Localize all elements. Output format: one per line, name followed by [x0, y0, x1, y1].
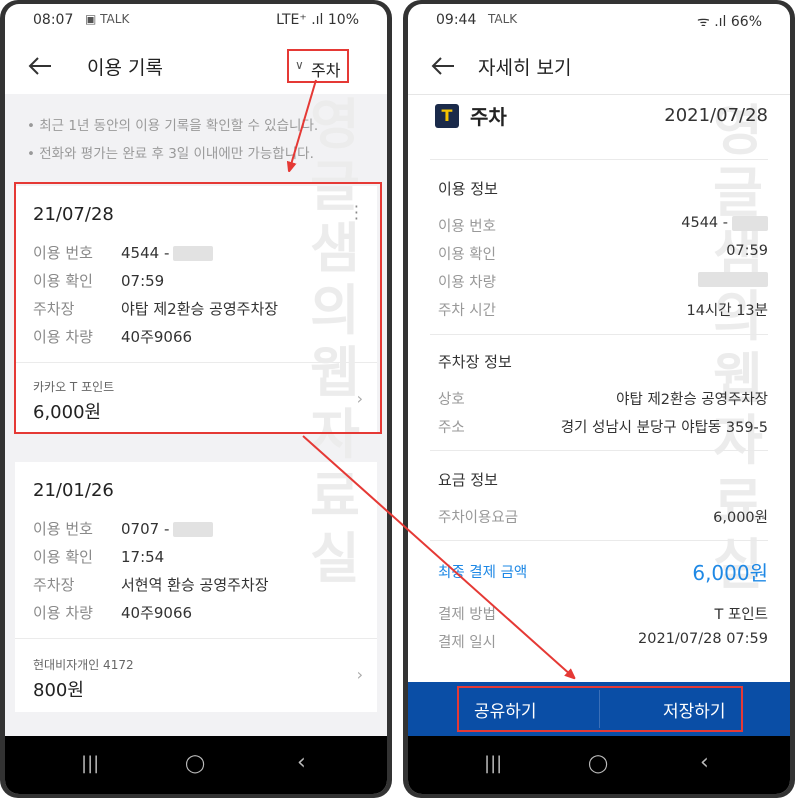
service-filter-dropdown[interactable]: ∨ 주차 [287, 49, 349, 83]
chevron-down-icon: ∨ [295, 58, 304, 72]
row-value: 4544 - [681, 215, 768, 231]
divider [430, 334, 768, 335]
app-header: 자세히 보기 [408, 38, 790, 95]
status-time: 08:07 [33, 12, 74, 28]
row-value: 14시간 13분 [686, 303, 768, 319]
notice-text: • 최근 1년 동안의 이용 기록을 확인할 수 있습니다. • 전화와 평가는… [27, 112, 318, 168]
row-key: 주차이용요금 [438, 510, 519, 526]
row-value: 40주9066 [121, 604, 193, 622]
service-name: 주차 [470, 105, 507, 129]
detail-row: 이용 번호 4544 - [438, 215, 768, 236]
highlight-record-box [14, 182, 382, 434]
row-key: 주차 시간 [438, 303, 496, 319]
masked-value [173, 522, 214, 537]
row-value: T 포인트 [714, 607, 769, 623]
record-date: 21/01/26 [33, 480, 114, 501]
divider [430, 450, 768, 451]
row-value: 17:54 [121, 548, 165, 566]
highlight-buttons-box [457, 686, 743, 732]
page-title: 이용 기록 [87, 57, 163, 79]
detail-screen: 09:44 TALK ᯤ .ıl 66% 자세히 보기 영글샘의웹자료실 T 주… [408, 4, 790, 794]
row-key: 최종 결제 금액 [438, 565, 528, 581]
section-title-lot: 주차장 정보 [438, 353, 512, 371]
detail-row: 이용 차량 [438, 271, 768, 292]
back-nav-icon[interactable]: ‹ [700, 750, 709, 775]
divider [430, 540, 768, 541]
system-nav-bar: ||| ◯ ‹ [408, 736, 790, 794]
row-key: 이용 차량 [33, 604, 93, 622]
detail-row: 이용 확인 07:59 [438, 243, 768, 264]
notice-line: • 전화와 평가는 완료 후 3일 이내에만 가능합니다. [27, 146, 314, 162]
row-key: 이용 번호 [33, 520, 93, 538]
row-key: 주차장 [33, 576, 75, 594]
detail-row: 상호 야탑 제2환승 공영주차장 [438, 388, 768, 409]
home-icon[interactable]: ◯ [185, 753, 205, 774]
row-key: 이용 번호 [438, 219, 496, 235]
back-nav-icon[interactable]: ‹ [297, 750, 306, 775]
row-value: 야탑 제2환승 공영주차장 [616, 392, 768, 408]
row-value: 2021/07/28 07:59 [638, 631, 768, 647]
back-arrow-icon[interactable] [428, 52, 458, 80]
back-arrow-icon[interactable] [25, 52, 55, 80]
detail-row: 주소 경기 성남시 분당구 야탑동 359-5 [438, 416, 768, 437]
recent-apps-icon[interactable]: ||| [81, 753, 99, 774]
divider [15, 638, 377, 639]
status-signal-battery: LTE⁺ .ıl 10% [276, 12, 359, 28]
row-key: 이용 확인 [33, 548, 93, 566]
status-time: 09:44 [436, 12, 477, 28]
service-date: 2021/07/28 [664, 105, 768, 126]
masked-value [698, 271, 768, 287]
row-key: 이용 확인 [438, 247, 496, 263]
record-row: 이용 확인 17:54 [33, 546, 164, 567]
phone-right: 09:44 TALK ᯤ .ıl 66% 자세히 보기 영글샘의웹자료실 T 주… [403, 0, 795, 798]
payment-method: 현대비자개인 4172 [33, 658, 134, 672]
status-signal-battery: ᯤ .ıl 66% [696, 14, 762, 30]
system-nav-bar: ||| ◯ ‹ [5, 736, 387, 794]
notification-icons: ▣ TALK [85, 12, 130, 26]
row-key: 상호 [438, 392, 465, 408]
row-value: 6,000원 [713, 510, 768, 526]
row-value: 0707 - [121, 520, 170, 538]
row-key: 결제 일시 [438, 635, 496, 651]
status-bar: 08:07 ▣ TALK LTE⁺ .ıl 10% [5, 4, 387, 38]
detail-row: 결제 방법 T 포인트 [438, 603, 768, 624]
kakao-t-logo-icon: T [435, 104, 459, 128]
row-value: 경기 성남시 분당구 야탑동 359-5 [560, 420, 768, 436]
masked-value [732, 215, 768, 231]
filter-label: 주차 [311, 61, 341, 80]
section-title-usage: 이용 정보 [438, 180, 498, 198]
section-title-fee: 요금 정보 [438, 471, 498, 489]
divider [430, 159, 768, 160]
row-value: 07:59 [726, 243, 768, 259]
final-amount: 6,000원 [692, 561, 768, 585]
chevron-right-icon: › [356, 665, 363, 684]
record-row: 주차장 서현역 환승 공영주차장 [33, 574, 269, 595]
record-row: 이용 차량 40주9066 [33, 602, 192, 623]
page-title: 자세히 보기 [478, 57, 572, 79]
row-key: 주소 [438, 420, 465, 436]
app-header: 이용 기록 ∨ 주차 [5, 38, 387, 95]
row-value: 서현역 환승 공영주차장 [121, 576, 269, 594]
detail-row: 결제 일시 2021/07/28 07:59 [438, 631, 768, 652]
detail-row: 주차 시간 14시간 13분 [438, 299, 768, 320]
detail-row: 주차이용요금 6,000원 [438, 506, 768, 527]
notice-line: • 최근 1년 동안의 이용 기록을 확인할 수 있습니다. [27, 118, 319, 134]
record-row: 이용 번호 0707 - [33, 518, 214, 539]
row-key: 결제 방법 [438, 607, 496, 623]
status-bar: 09:44 TALK ᯤ .ıl 66% [408, 4, 790, 38]
recent-apps-icon[interactable]: ||| [484, 753, 502, 774]
history-card[interactable]: 21/01/26 이용 번호 0707 - 이용 확인 17:54 주차장 서현역 환… [15, 462, 377, 712]
notification-icons: TALK [488, 12, 518, 26]
final-amount-row: 최종 결제 금액 6,000원 [438, 561, 768, 585]
payment-amount: 800원 [33, 680, 84, 701]
home-icon[interactable]: ◯ [588, 753, 608, 774]
row-value [694, 271, 768, 287]
row-key: 이용 차량 [438, 275, 496, 291]
